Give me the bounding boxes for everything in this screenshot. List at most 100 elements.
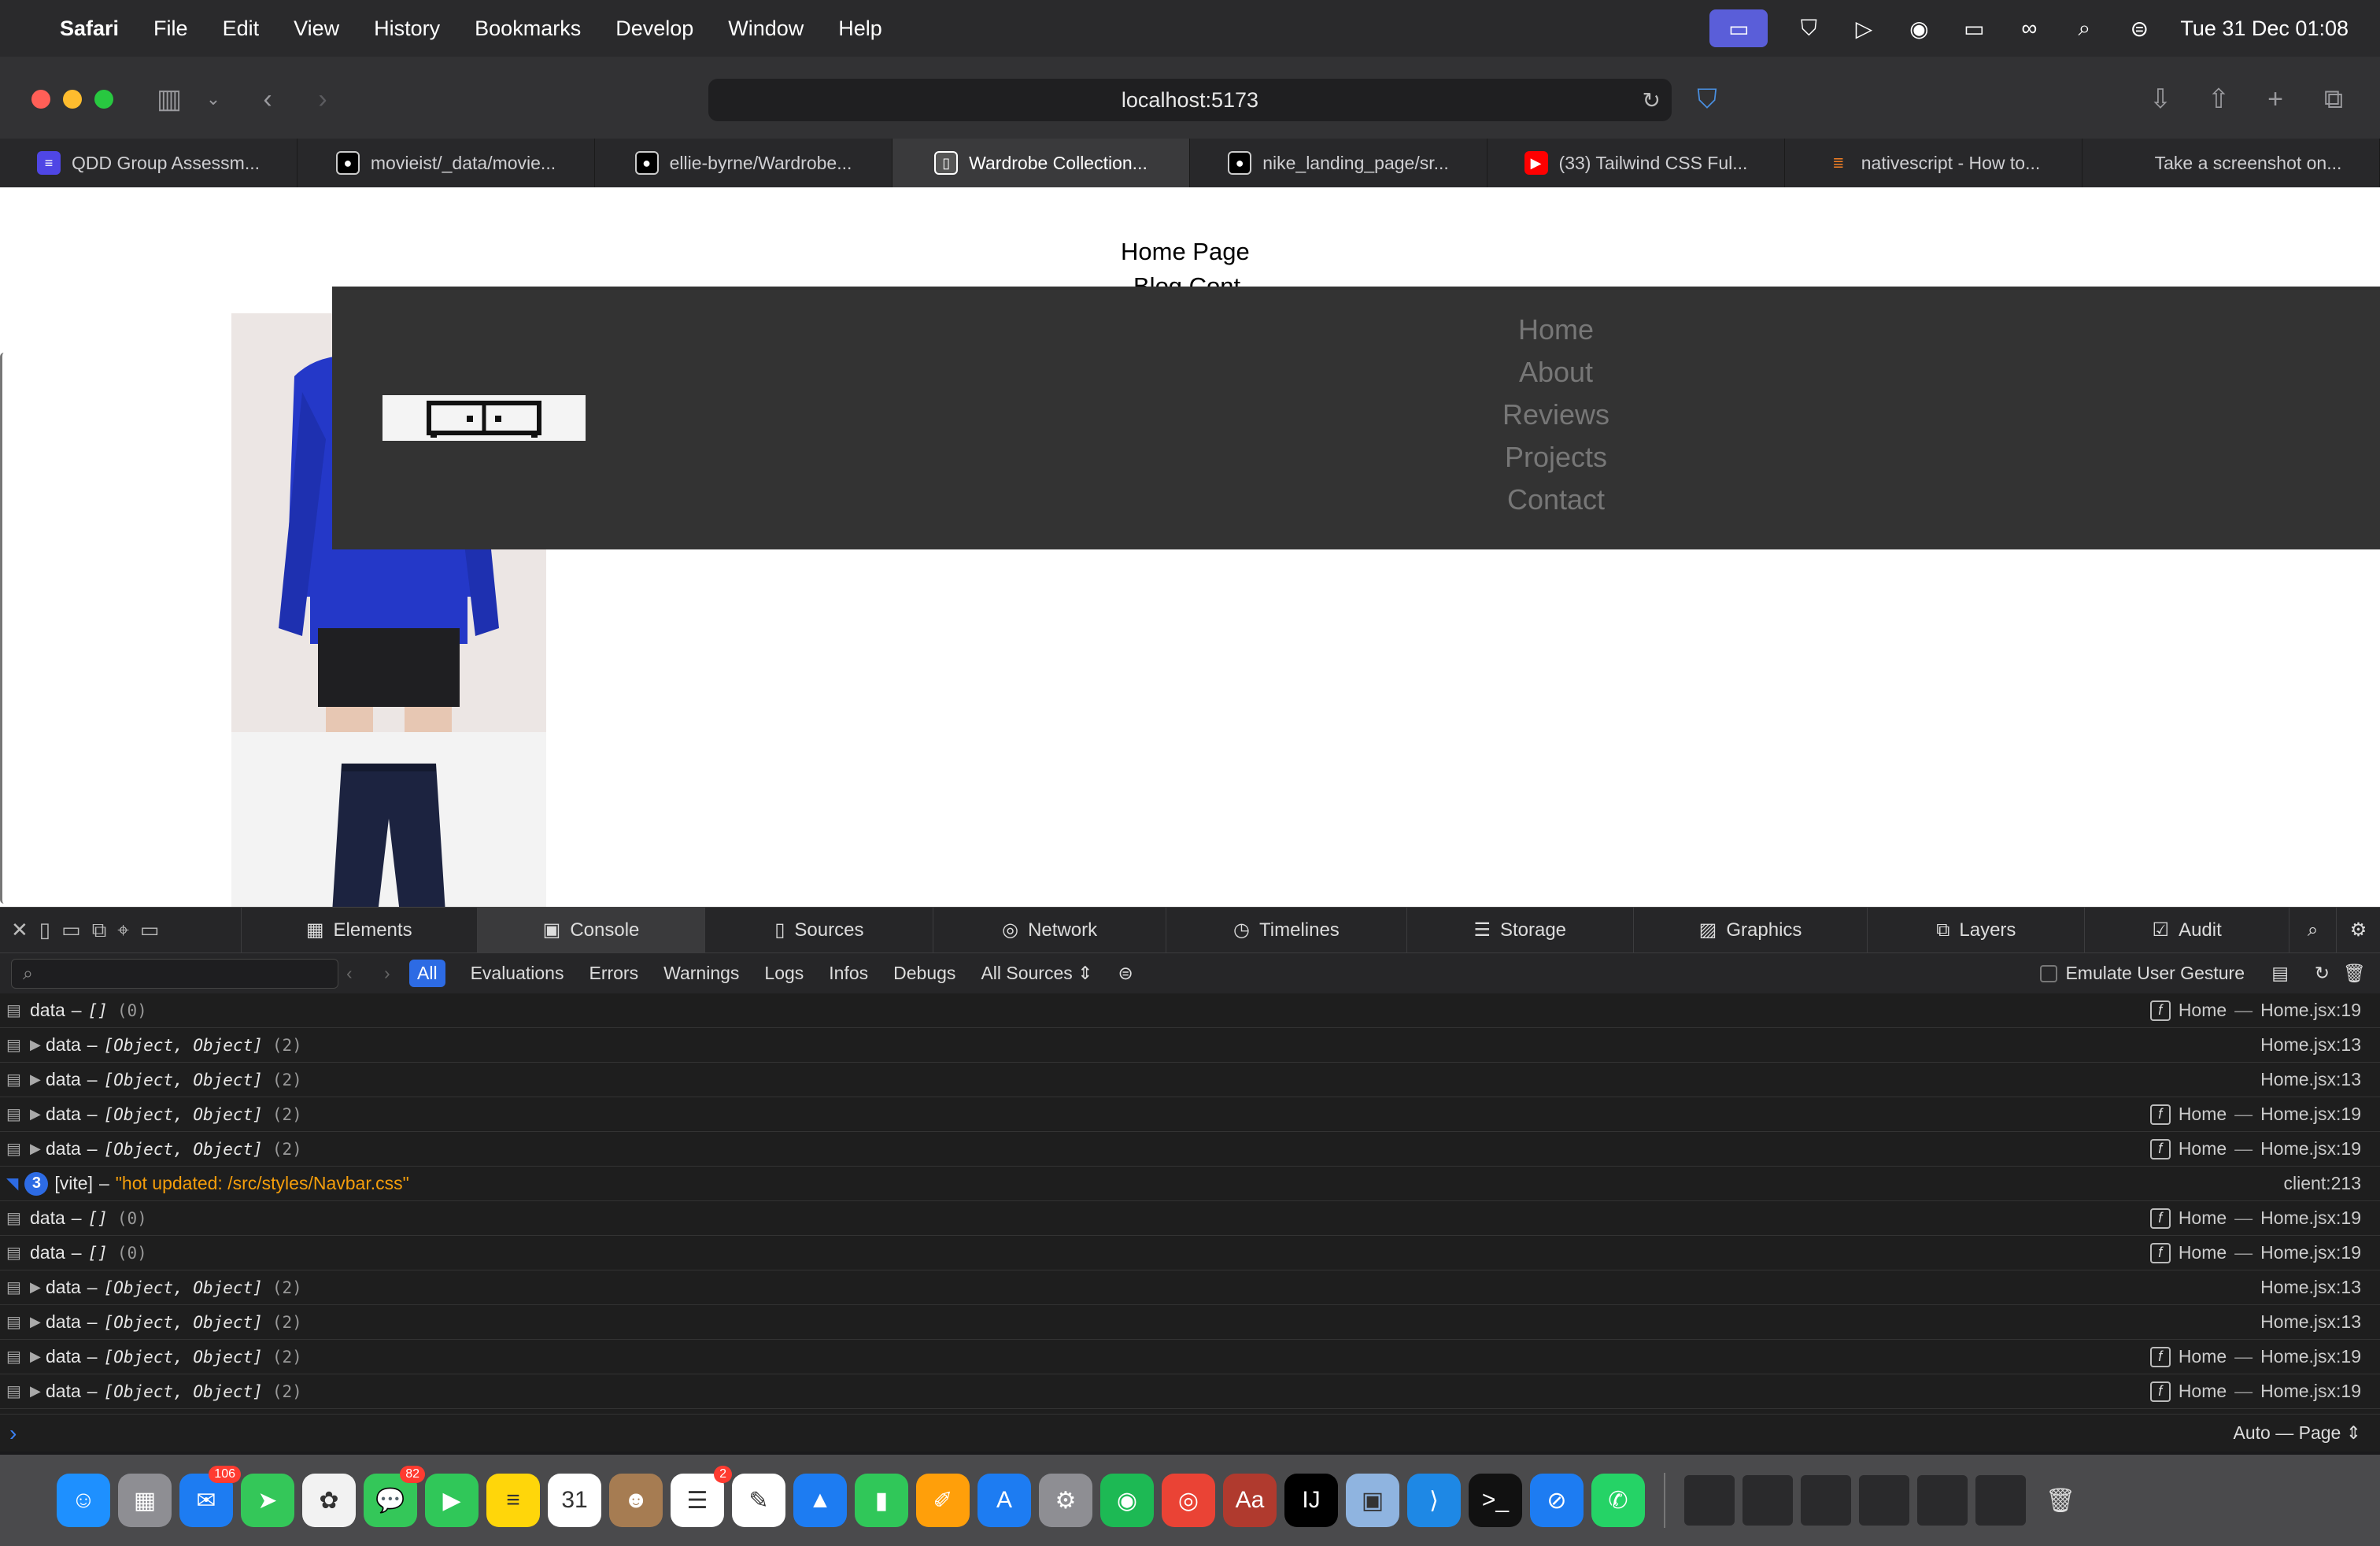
minimized-window-thumbnail[interactable] [1975, 1475, 2026, 1526]
dock-left-icon[interactable]: ▯ [39, 918, 50, 942]
app-store-icon[interactable]: A [978, 1474, 1031, 1527]
facetime-icon[interactable]: ▶ [425, 1474, 479, 1527]
tab-ellie-byrne[interactable]: ● ellie-byrne/Wardrobe... [595, 139, 893, 187]
clear-console-icon[interactable]: 🗑 [2343, 963, 2366, 984]
tab-timelines[interactable]: ◷ Timelines [1166, 907, 1406, 953]
tab-network[interactable]: ◎ Network [933, 907, 1166, 953]
back-icon[interactable]: ‹ [252, 76, 283, 123]
log-location[interactable]: Home.jsx:19 [2260, 1242, 2361, 1263]
log-location[interactable]: client:213 [2284, 1173, 2361, 1194]
spotlight-search-icon[interactable]: ⌕ [2070, 16, 2098, 40]
tab-qdd-group[interactable]: ≡ QDD Group Assessm... [0, 139, 298, 187]
log-location[interactable]: Home.jsx:13 [2260, 1311, 2361, 1333]
minimized-window-thumbnail[interactable] [1743, 1475, 1793, 1526]
privacy-shield-icon[interactable]: ⛉ [1689, 76, 1725, 123]
battery-icon[interactable]: ▭ [1960, 17, 1988, 41]
downloads-icon[interactable]: ⇩ [2142, 76, 2179, 123]
log-source[interactable]: f Home — Home.jsx:19 [2149, 1000, 2361, 1021]
freeform-icon[interactable]: ✎ [732, 1474, 785, 1527]
media-play-icon[interactable]: ▷ [1850, 17, 1878, 41]
chrome-icon[interactable]: ◎ [1162, 1474, 1215, 1527]
calendar-icon[interactable]: 31 [548, 1474, 601, 1527]
menu-edit[interactable]: Edit [223, 17, 260, 41]
execution-context-selector[interactable]: Auto — Page ⇕ [2234, 1422, 2361, 1444]
log-source[interactable]: f Home — Home.jsx:19 [2149, 1208, 2361, 1229]
console-row[interactable]: ▤ ▶ data – [Object, Object] (2) f Home — Hom… [0, 1132, 2380, 1167]
log-location[interactable]: Home.jsx:19 [2260, 1138, 2361, 1160]
close-window-button[interactable] [31, 90, 50, 109]
previous-match-icon[interactable]: ‹ [346, 963, 353, 984]
tab-console[interactable]: ▣ Console [476, 907, 705, 953]
system-settings-icon[interactable]: ⚙ [1039, 1474, 1092, 1527]
log-location[interactable]: Home.jsx:13 [2260, 1277, 2361, 1298]
console-row[interactable]: ▤ ▶ data – [Object, Object] (2) f Home — Hom… [0, 1097, 2380, 1132]
contacts-icon[interactable]: ☻ [609, 1474, 663, 1527]
filter-errors[interactable]: Errors [589, 963, 638, 984]
device-icon[interactable]: ▭ [140, 918, 160, 942]
filter-evaluations[interactable]: Evaluations [471, 963, 564, 984]
tab-nike-landing[interactable]: ● nike_landing_page/sr... [1190, 139, 1488, 187]
menu-view[interactable]: View [294, 17, 339, 41]
filter-logs[interactable]: Logs [764, 963, 804, 984]
numbers-icon[interactable]: ▮ [855, 1474, 908, 1527]
nav-reviews[interactable]: Reviews [1473, 394, 1639, 436]
console-filter-input[interactable]: ⌕ ‹ › [11, 958, 390, 989]
log-source[interactable]: Home.jsx:13 [2260, 1277, 2361, 1298]
sources-dropdown[interactable]: All Sources ⇕ [981, 963, 1092, 984]
safari-icon[interactable]: ⊘ [1530, 1474, 1584, 1527]
element-picker-icon[interactable]: ⌖ [117, 918, 129, 943]
messages-icon[interactable]: 💬 82 [364, 1466, 425, 1527]
console-prompt[interactable]: › Auto — Page ⇕ [0, 1414, 2380, 1452]
emulate-gesture-toggle[interactable]: Emulate User Gesture [2040, 963, 2245, 984]
tab-wardrobe-collection[interactable]: ▯ Wardrobe Collection... [893, 139, 1190, 187]
tab-sources[interactable]: ▯ Sources [704, 907, 933, 953]
trash-icon[interactable]: 🗑 [2034, 1474, 2087, 1527]
finder-icon[interactable]: ☺ [57, 1474, 110, 1527]
filter-warnings[interactable]: Warnings [663, 963, 739, 984]
console-row[interactable]: ▤ data – [] (0) f Home — Home.jsx:19 [0, 1201, 2380, 1236]
link-icon[interactable]: ∞ [2015, 16, 2043, 40]
filter-debugs[interactable]: Debugs [893, 963, 955, 984]
keynote-icon[interactable]: ▲ [793, 1474, 847, 1527]
expand-triangle-icon[interactable]: ▶ [30, 1141, 46, 1157]
tab-movieist[interactable]: ● movieist/_data/movie... [298, 139, 595, 187]
expand-triangle-icon[interactable]: ▶ [30, 1314, 46, 1330]
new-tab-icon[interactable]: + [2257, 76, 2293, 123]
nav-projects[interactable]: Projects [1473, 436, 1639, 479]
devtools-settings-icon[interactable]: ⚙ [2336, 907, 2380, 953]
reload-icon[interactable]: ↻ [2315, 963, 2330, 984]
menu-help[interactable]: Help [838, 17, 882, 41]
close-devtools-icon[interactable]: ✕ [11, 918, 28, 942]
notes-icon[interactable]: ≡ [486, 1474, 540, 1527]
log-source[interactable]: Home.jsx:13 [2260, 1311, 2361, 1333]
console-row[interactable]: ▤ ▶ data – [Object, Object] (2) Home.jsx:… [0, 1063, 2380, 1097]
console-row[interactable]: ▤ ▶ data – [Object, Object] (2) f Home — Hom… [0, 1340, 2380, 1374]
menu-history[interactable]: History [374, 17, 440, 41]
screen-mirroring-icon[interactable]: ▭ [1709, 9, 1768, 47]
nav-home[interactable]: Home [1473, 309, 1639, 351]
next-match-icon[interactable]: › [384, 963, 390, 984]
log-location[interactable]: Home.jsx:13 [2260, 1034, 2361, 1056]
tab-graphics[interactable]: ▨ Graphics [1632, 907, 1868, 953]
detach-icon[interactable]: ⧉ [92, 918, 107, 943]
control-center-icon[interactable]: ⊜ [2125, 17, 2153, 41]
log-source[interactable]: client:213 [2284, 1173, 2361, 1194]
preserve-log-icon[interactable]: ▤ [2271, 963, 2289, 984]
expand-triangle-icon[interactable]: ▶ [30, 1071, 46, 1088]
chevron-down-icon[interactable]: ⌄ [201, 76, 225, 123]
terminal-icon[interactable]: >_ [1469, 1474, 1522, 1527]
console-row[interactable]: ▤ ▶ data – [Object, Object] (2) Home.jsx:… [0, 1305, 2380, 1340]
sidebar-toggle-icon[interactable]: ▥ [151, 76, 187, 123]
expand-triangle-icon[interactable]: ▶ [30, 1279, 46, 1296]
expand-triangle-icon[interactable]: ▶ [30, 1383, 46, 1400]
console-row-vite[interactable]: ◥ 3 [vite] – "hot updated: /src/styles/N… [0, 1167, 2380, 1201]
log-location[interactable]: Home.jsx:19 [2260, 1381, 2361, 1402]
log-source[interactable]: f Home — Home.jsx:19 [2149, 1346, 2361, 1367]
log-location[interactable]: Home.jsx:19 [2260, 1208, 2361, 1229]
console-row[interactable]: ▤ ▶ data – [Object, Object] (2) Home.jsx:… [0, 1028, 2380, 1063]
tab-tailwind-youtube[interactable]: ▶ (33) Tailwind CSS Ful... [1488, 139, 1785, 187]
menu-app-name[interactable]: Safari [60, 17, 119, 41]
console-row[interactable]: ▤ ▶ data – [Object, Object] (2) f Home — Hom… [0, 1374, 2380, 1409]
vscode-icon[interactable]: ⟩ [1407, 1474, 1461, 1527]
tab-screenshot[interactable]: Take a screenshot on... [2082, 139, 2380, 187]
